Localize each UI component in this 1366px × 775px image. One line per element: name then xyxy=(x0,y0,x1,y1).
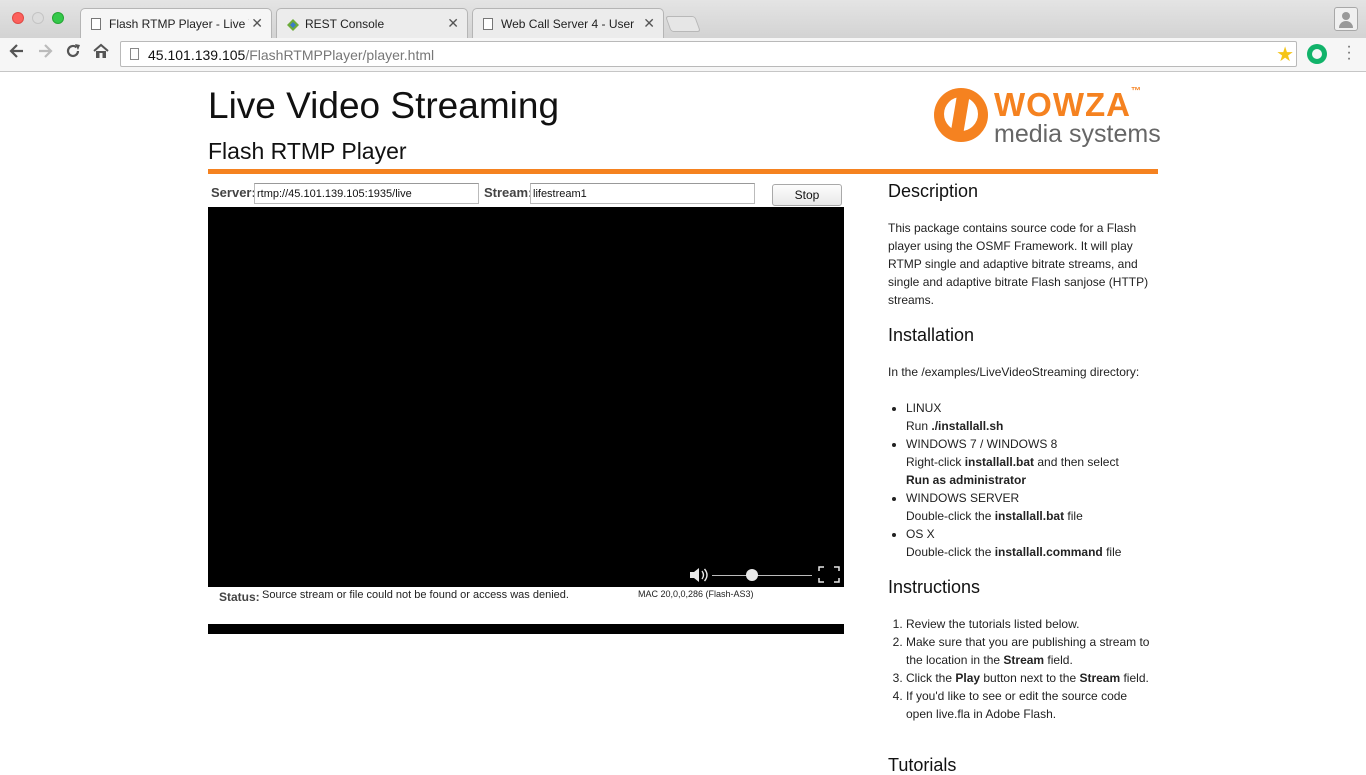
tab-rest-console[interactable]: REST Console ✕ xyxy=(276,8,468,38)
browser-tab-strip: Flash RTMP Player - Live V ✕ REST Consol… xyxy=(0,0,1366,38)
instructions-heading: Instructions xyxy=(888,577,981,597)
page-icon xyxy=(483,18,493,30)
secondary-player-bar xyxy=(208,624,844,634)
minimize-window-button[interactable] xyxy=(32,12,44,24)
status-message: Source stream or file could not be found… xyxy=(262,589,569,601)
flash-version: MAC 20,0,0,286 (Flash-AS3) xyxy=(638,589,754,599)
video-player[interactable] xyxy=(208,207,844,587)
list-item: WINDOWS SERVER Double-click the installa… xyxy=(906,489,1158,525)
install-list: LINUX Run ./installall.sh WINDOWS 7 / WI… xyxy=(888,399,1158,561)
volume-icon[interactable] xyxy=(690,568,708,582)
close-icon[interactable]: ✕ xyxy=(643,15,655,32)
instructions-list: Review the tutorials listed below. Make … xyxy=(888,615,1152,723)
close-icon[interactable]: ✕ xyxy=(251,15,263,32)
list-item: If you'd like to see or edit the source … xyxy=(906,687,1152,723)
volume-slider-handle[interactable] xyxy=(746,569,758,581)
installation-intro: In the /examples/LiveVideoStreaming dire… xyxy=(888,365,1140,379)
fullscreen-icon[interactable] xyxy=(818,566,840,583)
server-input[interactable] xyxy=(254,183,479,204)
server-label: Server: xyxy=(211,185,256,200)
list-item: Review the tutorials listed below. xyxy=(906,615,1152,633)
reload-icon[interactable] xyxy=(61,42,85,66)
address-bar[interactable]: 45.101.139.105/FlashRTMPPlayer/player.ht… xyxy=(120,41,1297,67)
tab-title: Flash RTMP Player - Live V xyxy=(109,17,249,31)
page-icon xyxy=(91,18,101,30)
menu-icon[interactable]: · · · xyxy=(1342,39,1356,67)
wowza-logo: WOWZA™ media systems xyxy=(934,86,1161,148)
url-text: 45.101.139.105/FlashRTMPPlayer/player.ht… xyxy=(148,47,435,63)
close-window-button[interactable] xyxy=(12,12,24,24)
maximize-window-button[interactable] xyxy=(52,12,64,24)
page-title: Live Video Streaming xyxy=(208,85,560,126)
status-label: Status: xyxy=(219,590,260,604)
wowza-logo-mark-icon xyxy=(934,88,988,142)
stop-button[interactable]: Stop xyxy=(772,184,842,206)
installation-heading: Installation xyxy=(888,325,975,345)
page-subtitle: Flash RTMP Player xyxy=(208,138,407,164)
tab-title: REST Console xyxy=(305,17,385,31)
description-text: This package contains source code for a … xyxy=(888,221,1149,307)
tab-title: Web Call Server 4 - User G xyxy=(501,17,636,31)
tab-flash-rtmp-player[interactable]: Flash RTMP Player - Live V ✕ xyxy=(80,8,272,38)
close-icon[interactable]: ✕ xyxy=(447,15,459,32)
list-item: Make sure that you are publishing a stre… xyxy=(906,633,1152,669)
list-item: Click the Play button next to the Stream… xyxy=(906,669,1152,687)
stream-label: Stream: xyxy=(484,185,533,200)
profile-icon[interactable] xyxy=(1334,7,1358,31)
browser-toolbar: 45.101.139.105/FlashRTMPPlayer/player.ht… xyxy=(0,38,1366,72)
home-icon[interactable] xyxy=(89,42,113,66)
new-tab-button[interactable] xyxy=(665,16,701,32)
page-icon xyxy=(130,48,139,60)
stream-input[interactable] xyxy=(530,183,755,204)
page-content: Live Video Streaming Flash RTMP Player W… xyxy=(0,72,1366,774)
list-item: WINDOWS 7 / WINDOWS 8 Right-click instal… xyxy=(906,435,1158,489)
bookmark-star-icon[interactable]: ★ xyxy=(1276,42,1294,67)
extension-icon[interactable] xyxy=(1307,44,1327,64)
tab-web-call-server[interactable]: Web Call Server 4 - User G ✕ xyxy=(472,8,664,38)
tutorials-heading: Tutorials xyxy=(888,755,957,775)
list-item: OS X Double-click the installall.command… xyxy=(906,525,1158,561)
list-item: LINUX Run ./installall.sh xyxy=(906,399,1158,435)
back-arrow-icon[interactable] xyxy=(5,42,29,66)
volume-slider-track[interactable] xyxy=(712,575,812,576)
header-divider xyxy=(208,169,1158,174)
rest-console-icon xyxy=(287,18,299,31)
forward-arrow-icon[interactable] xyxy=(33,42,57,66)
description-heading: Description xyxy=(888,181,979,201)
